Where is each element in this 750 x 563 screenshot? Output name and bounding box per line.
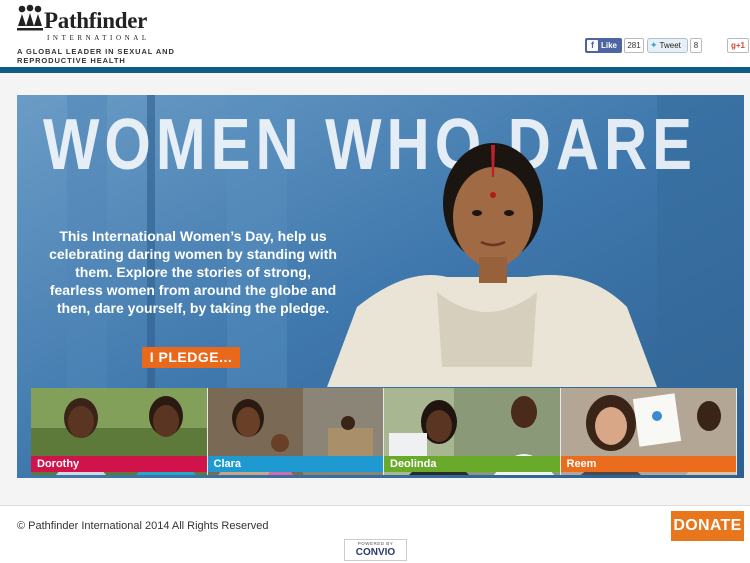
- story-label: Dorothy: [31, 456, 207, 472]
- hero-description: This International Women’s Day, help us …: [49, 228, 337, 316]
- donate-button[interactable]: DONATE: [671, 511, 744, 541]
- footer-divider: [0, 505, 750, 506]
- google-plus-button[interactable]: g+1: [727, 38, 749, 53]
- hero-banner: WOMEN WHO DARE This International Women’…: [17, 95, 744, 478]
- facebook-like-label: Like: [601, 41, 618, 50]
- copyright-text: © Pathfinder International 2014 All Righ…: [17, 520, 269, 532]
- tweet-label: Tweet: [659, 41, 681, 50]
- story-tile-clara[interactable]: Clara: [207, 388, 384, 475]
- tweet-count: 8: [690, 38, 702, 53]
- story-tiles: Dorothy Clara Deolinda Reem: [31, 388, 737, 475]
- facebook-icon: f: [587, 40, 598, 51]
- facebook-like-count: 281: [624, 38, 644, 53]
- story-label: Reem: [560, 456, 736, 472]
- pledge-button[interactable]: I PLEDGE...: [142, 347, 240, 368]
- site-header: Pathfinder INTERNATIONAL A GLOBAL LEADER…: [0, 0, 750, 67]
- pathfinder-logo[interactable]: Pathfinder INTERNATIONAL A GLOBAL LEADER…: [17, 4, 174, 65]
- tweet-button[interactable]: ✦ Tweet: [647, 38, 688, 53]
- powered-by-label: POWERED BY: [357, 541, 394, 546]
- hero-portrait-image: [327, 143, 657, 387]
- facebook-like-button[interactable]: f Like: [585, 38, 622, 53]
- story-tile-reem[interactable]: Reem: [560, 388, 737, 475]
- story-label: Deolinda: [384, 456, 560, 472]
- people-logo-icon: [17, 4, 43, 31]
- convio-logo: CONVIO: [355, 547, 396, 558]
- story-tile-dorothy[interactable]: Dorothy: [31, 388, 208, 475]
- logo-subtitle: INTERNATIONAL: [47, 34, 150, 42]
- story-tile-deolinda[interactable]: Deolinda: [384, 388, 561, 475]
- tagline: A GLOBAL LEADER IN SEXUAL AND REPRODUCTI…: [17, 47, 175, 65]
- twitter-bird-icon: ✦: [650, 40, 658, 50]
- logo-name: Pathfinder: [44, 8, 148, 33]
- story-label: Clara: [207, 456, 383, 472]
- convio-badge[interactable]: POWERED BY CONVIO: [344, 539, 407, 561]
